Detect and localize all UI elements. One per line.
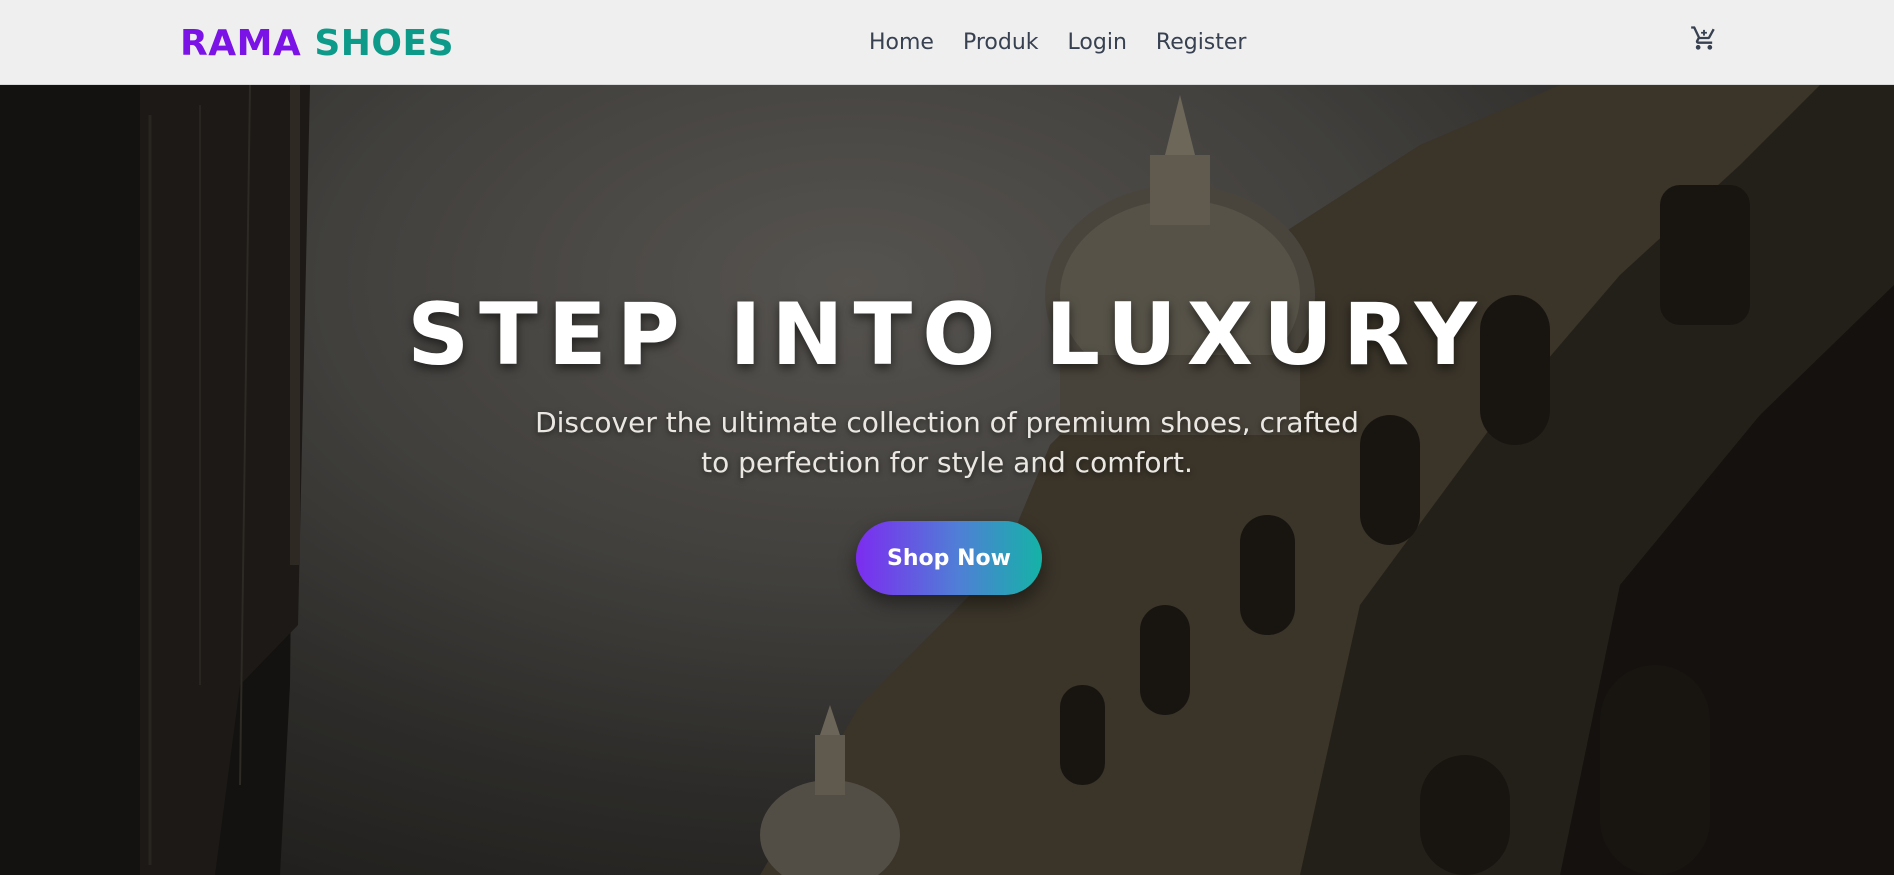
hero-subtitle: Discover the ultimate collection of prem… [535, 406, 1359, 479]
hero-section: STEP INTO LUXURY Discover the ultimate c… [0, 85, 1894, 875]
hero-title: STEP INTO LUXURY [407, 285, 1487, 385]
shop-now-button[interactable]: Shop Now [856, 521, 1042, 595]
nav-link-produk[interactable]: Produk [963, 27, 1039, 59]
nav-link-home[interactable]: Home [869, 27, 934, 59]
navbar: RAMA SHOES Home Produk Login Register [0, 0, 1894, 85]
hero-content: STEP INTO LUXURY Discover the ultimate c… [0, 85, 1894, 875]
shopping-cart-icon[interactable] [1690, 24, 1718, 52]
brand-name-part1: RAMA [180, 23, 302, 64]
nav-links: Home Produk Login Register [869, 27, 1275, 59]
nav-link-register[interactable]: Register [1156, 27, 1247, 59]
nav-link-login[interactable]: Login [1068, 27, 1127, 59]
brand-name-part2: SHOES [314, 23, 455, 64]
brand-logo[interactable]: RAMA SHOES [180, 22, 454, 66]
